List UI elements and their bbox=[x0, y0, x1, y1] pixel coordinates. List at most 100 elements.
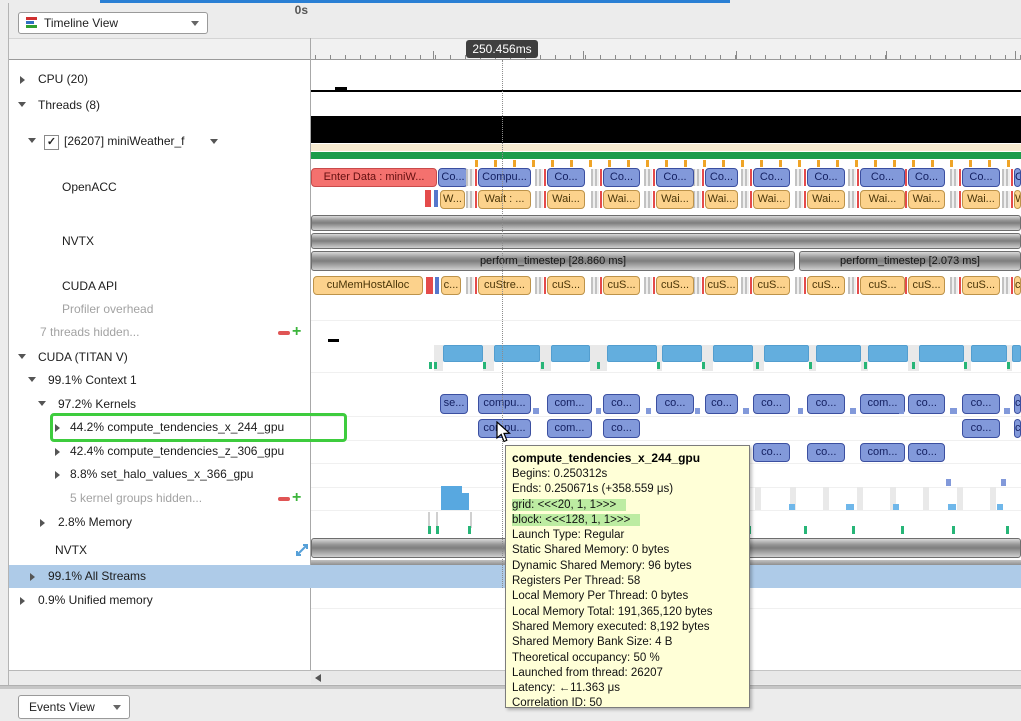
sidebar-item[interactable]: 0.9% Unified memory bbox=[38, 593, 153, 607]
kernel-block[interactable]: co... bbox=[807, 394, 845, 414]
cuda-api-call[interactable]: cuS... bbox=[962, 276, 1000, 295]
kernel-block-compute-x[interactable]: co... bbox=[962, 419, 1000, 438]
show-rows-icon[interactable]: + bbox=[292, 492, 301, 504]
kernel-block[interactable]: co... bbox=[1014, 394, 1021, 414]
gpu-activity-block[interactable] bbox=[919, 345, 964, 362]
openacc-range[interactable]: Compu... bbox=[478, 168, 531, 187]
kernel-block[interactable]: com... bbox=[547, 394, 592, 414]
kernel-block-compute-z[interactable]: co... bbox=[753, 443, 790, 462]
sidebar-item[interactable]: CUDA (TITAN V) bbox=[38, 350, 128, 364]
sidebar-item[interactable]: 2.8% Memory bbox=[58, 515, 132, 529]
openacc-wait-range[interactable]: Wai... bbox=[705, 190, 738, 209]
gpu-activity-block[interactable] bbox=[551, 345, 590, 362]
openacc-range[interactable]: Co... bbox=[705, 168, 738, 187]
openacc-wait-range[interactable]: Wai... bbox=[753, 190, 790, 209]
cuda-api-call[interactable]: cuS... bbox=[908, 276, 945, 295]
thread-options-caret[interactable] bbox=[210, 139, 218, 144]
openacc-wait-range[interactable]: Wai... bbox=[656, 190, 694, 209]
thread-checkbox[interactable]: ✓ bbox=[44, 135, 59, 150]
cuda-api-call[interactable]: cuMemHostAlloc bbox=[313, 276, 423, 295]
kernel-block-compute-z[interactable]: com... bbox=[860, 443, 905, 462]
tree-expander-icon[interactable] bbox=[18, 102, 26, 107]
tree-expander-icon[interactable] bbox=[55, 448, 60, 456]
sidebar-item[interactable]: 5 kernel groups hidden... bbox=[70, 491, 202, 505]
tree-expander-icon[interactable] bbox=[20, 597, 25, 605]
sidebar-item[interactable]: NVTX bbox=[55, 543, 87, 557]
sidebar-item[interactable]: CUDA API bbox=[62, 279, 117, 293]
events-view-selector[interactable]: Events View bbox=[18, 695, 130, 719]
gpu-activity-block[interactable] bbox=[494, 345, 540, 362]
kernel-block[interactable]: co... bbox=[908, 394, 945, 414]
sidebar-item[interactable]: 7 threads hidden... bbox=[40, 325, 139, 339]
sidebar-item[interactable]: 8.8% set_halo_values_x_366_gpu bbox=[70, 467, 253, 481]
kernel-block-compute-z[interactable]: co... bbox=[908, 443, 945, 462]
openacc-range[interactable]: Enter Data : miniW... bbox=[311, 168, 437, 187]
sidebar-item[interactable]: CPU (20) bbox=[38, 72, 88, 86]
cuda-api-call[interactable]: cuS... bbox=[807, 276, 845, 295]
gpu-activity-block[interactable] bbox=[868, 345, 908, 362]
openacc-wait-range[interactable]: W... bbox=[440, 190, 465, 209]
sidebar-item[interactable]: NVTX bbox=[62, 234, 94, 248]
cuda-api-call[interactable]: cuS... bbox=[547, 276, 585, 295]
show-rows-icon[interactable]: + bbox=[292, 326, 301, 338]
nvtx-range-bar[interactable] bbox=[311, 215, 1021, 231]
openacc-range[interactable]: Co... bbox=[656, 168, 694, 187]
openacc-range[interactable]: Co... bbox=[962, 168, 1000, 187]
scroll-left-arrow-icon[interactable] bbox=[315, 674, 321, 682]
tree-expander-icon[interactable] bbox=[55, 471, 60, 479]
kernel-block[interactable]: co... bbox=[753, 394, 790, 414]
kernel-block[interactable]: se... bbox=[440, 394, 468, 414]
openacc-range[interactable]: Co... bbox=[908, 168, 945, 187]
gpu-activity-block[interactable] bbox=[607, 345, 657, 362]
kernel-block[interactable]: co... bbox=[705, 394, 738, 414]
cuda-api-call[interactable]: cuS... bbox=[656, 276, 694, 295]
cuda-api-call[interactable]: cuS... bbox=[753, 276, 790, 295]
hide-rows-icon[interactable] bbox=[278, 497, 290, 501]
hide-rows-icon[interactable] bbox=[278, 331, 290, 335]
kernel-block-compute-x[interactable]: com... bbox=[547, 419, 592, 438]
openacc-range[interactable]: Co... bbox=[807, 168, 845, 187]
sidebar-item[interactable]: 97.2% Kernels bbox=[58, 397, 136, 411]
openacc-wait-range[interactable]: Wai... bbox=[908, 190, 945, 209]
tree-expander-icon[interactable] bbox=[18, 354, 26, 359]
kernel-block[interactable]: co... bbox=[603, 394, 640, 414]
memory-transfer-block[interactable] bbox=[441, 486, 462, 510]
cuda-api-call[interactable]: cuS... bbox=[860, 276, 905, 295]
tree-expander-icon[interactable] bbox=[28, 138, 36, 143]
sidebar-item[interactable]: OpenACC bbox=[62, 180, 117, 194]
openacc-wait-range[interactable]: Wai... bbox=[860, 190, 905, 209]
cuda-api-call[interactable]: cuS... bbox=[705, 276, 738, 295]
memory-transfer-block[interactable] bbox=[462, 493, 469, 510]
kernel-block[interactable]: co... bbox=[656, 394, 694, 414]
openacc-range[interactable]: Co... bbox=[547, 168, 585, 187]
gpu-activity-block[interactable] bbox=[971, 345, 1007, 362]
sidebar-item[interactable]: 99.1% Context 1 bbox=[48, 373, 137, 387]
kernel-block[interactable]: co... bbox=[962, 394, 1000, 414]
gpu-activity-block[interactable] bbox=[764, 345, 809, 362]
tree-expander-icon[interactable] bbox=[30, 573, 35, 581]
openacc-wait-range[interactable]: Wai... bbox=[603, 190, 640, 209]
cuda-api-call[interactable]: cuS... bbox=[603, 276, 640, 295]
openacc-wait-range[interactable]: Wai... bbox=[807, 190, 845, 209]
sidebar-item[interactable]: 42.4% compute_tendencies_z_306_gpu bbox=[70, 444, 284, 458]
nvtx-range-bar[interactable]: perform_timestep [28.860 ms] bbox=[311, 251, 795, 271]
openacc-range[interactable]: Co... bbox=[860, 168, 905, 187]
gpu-activity-block[interactable] bbox=[662, 345, 702, 362]
nvtx-range-bar[interactable]: perform_timestep [2.073 ms] bbox=[799, 251, 1021, 271]
kernel-block[interactable]: compu... bbox=[478, 394, 531, 414]
expand-row-icon[interactable] bbox=[294, 542, 310, 558]
kernel-block-compute-x[interactable]: co... bbox=[1014, 419, 1021, 438]
sidebar-item[interactable]: Profiler overhead bbox=[62, 302, 153, 316]
gpu-activity-block[interactable] bbox=[816, 345, 861, 362]
openacc-range[interactable]: Co... bbox=[1014, 168, 1021, 187]
tree-expander-icon[interactable] bbox=[20, 76, 25, 84]
kernel-block-compute-z[interactable]: co... bbox=[807, 443, 845, 462]
sidebar-item[interactable]: [26207] miniWeather_f bbox=[64, 134, 185, 148]
kernel-block-compute-x[interactable]: co... bbox=[603, 419, 640, 438]
openacc-range[interactable]: Co... bbox=[438, 168, 468, 187]
openacc-wait-range[interactable]: Wait : ... bbox=[478, 190, 531, 209]
gpu-activity-block[interactable] bbox=[713, 345, 753, 362]
sidebar-item[interactable]: 99.1% All Streams bbox=[48, 569, 146, 583]
openacc-wait-range[interactable]: Wai... bbox=[1014, 190, 1021, 209]
openacc-wait-range[interactable]: Wai... bbox=[547, 190, 585, 209]
